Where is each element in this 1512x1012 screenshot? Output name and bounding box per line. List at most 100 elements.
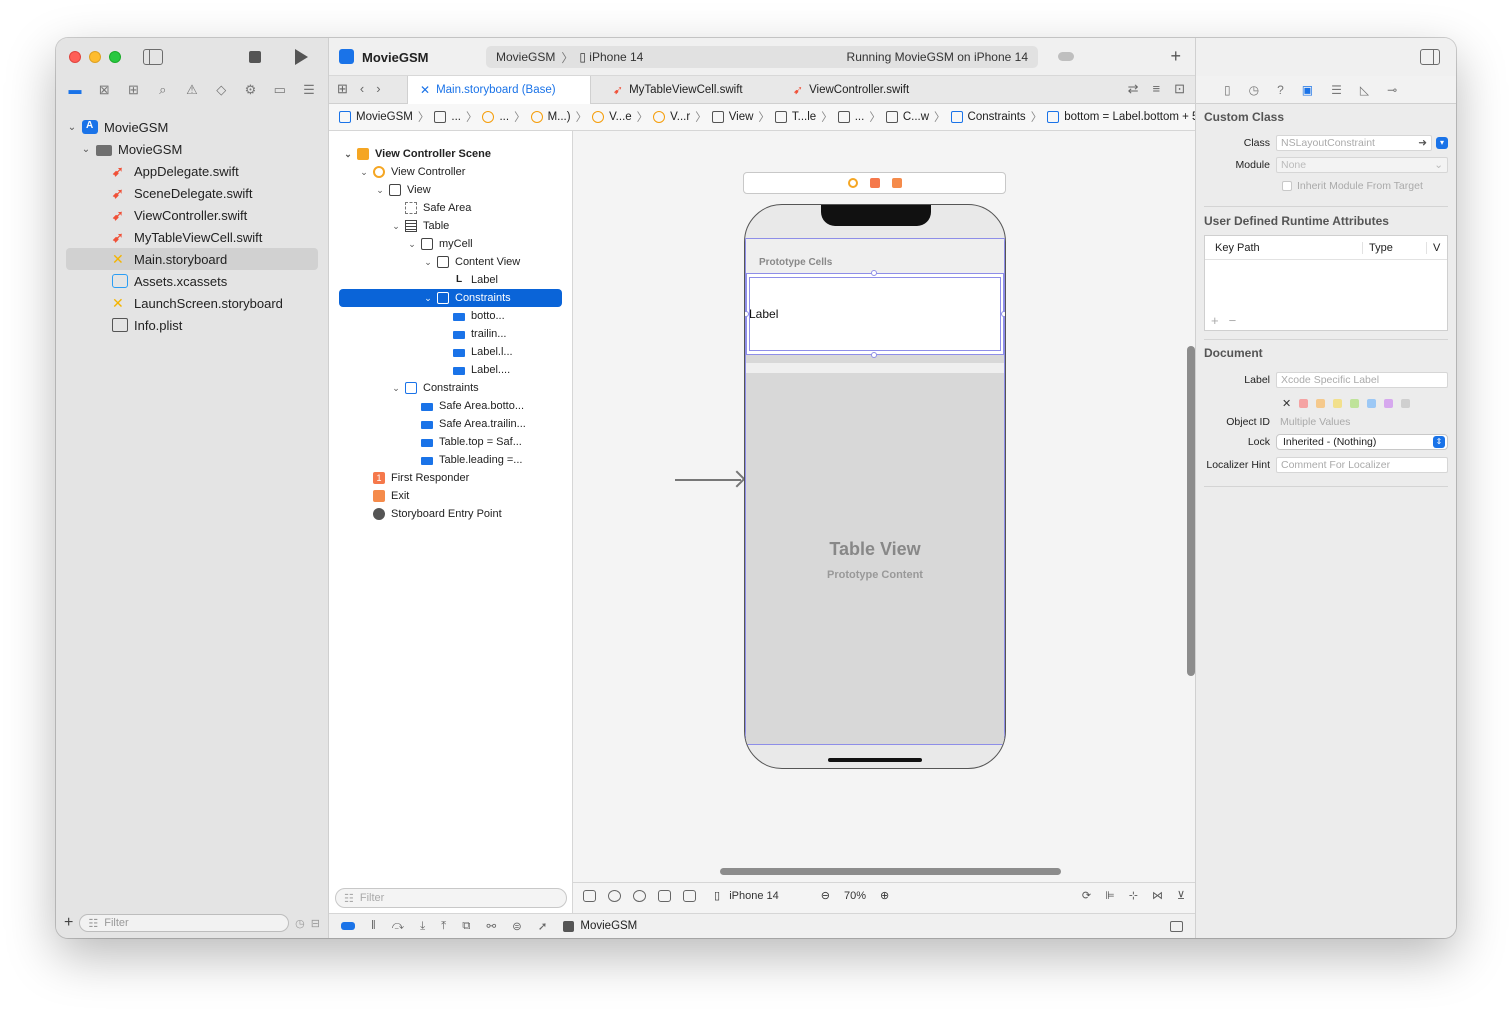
- outline-filter-input[interactable]: ☷ Filter: [335, 888, 567, 908]
- outline-item[interactable]: Table.top = Saf...: [407, 433, 522, 451]
- outline-item[interactable]: Safe Area.botto...: [407, 397, 524, 415]
- label-color-swatch[interactable]: [1350, 399, 1360, 408]
- file-tree-item[interactable]: ➹ ViewController.swift: [66, 204, 318, 226]
- outline-item[interactable]: trailin...: [439, 325, 506, 343]
- jump-bar-crumb[interactable]: V...e 〉: [592, 109, 653, 125]
- class-dropdown-icon[interactable]: ▾: [1436, 137, 1448, 149]
- add-constraints-icon[interactable]: ⊹: [1129, 889, 1138, 902]
- horizontal-scrollbar[interactable]: [720, 868, 1061, 875]
- module-select[interactable]: None ⌄: [1276, 157, 1448, 173]
- prototype-cell[interactable]: Label: [745, 270, 1005, 358]
- inherit-module-checkbox[interactable]: [1282, 181, 1292, 191]
- iphone-frame[interactable]: Prototype Cells Label Table View Prototy…: [744, 204, 1006, 769]
- outline-item[interactable]: ⌄ myCell: [407, 235, 473, 253]
- jump-bar-crumb[interactable]: ... 〉: [482, 109, 530, 125]
- outline-item[interactable]: Storyboard Entry Point: [359, 505, 502, 523]
- issue-navigator-tab-icon[interactable]: ⚠: [181, 82, 203, 100]
- clear-color-icon[interactable]: ✕: [1282, 397, 1291, 410]
- tab-mytableviewcell[interactable]: ➹ MyTableViewCell.swift: [601, 76, 771, 104]
- related-items-icon[interactable]: ⊞: [337, 81, 348, 97]
- add-file-icon[interactable]: +: [64, 914, 73, 932]
- stop-button[interactable]: [249, 51, 261, 63]
- localizer-input[interactable]: Comment For Localizer: [1276, 457, 1448, 473]
- run-button[interactable]: [295, 49, 308, 65]
- back-icon[interactable]: ‹: [360, 81, 364, 97]
- doc-label-input[interactable]: Xcode Specific Label: [1276, 372, 1448, 388]
- align-icon[interactable]: ⊫: [1105, 889, 1115, 902]
- resolve-issues-icon[interactable]: ⋈: [1152, 889, 1163, 902]
- breakpoint-navigator-tab-icon[interactable]: ▭: [269, 82, 291, 100]
- zoom-out-icon[interactable]: ⊖: [821, 889, 830, 902]
- vertical-scrollbar[interactable]: [1187, 346, 1195, 676]
- outline-item[interactable]: botto...: [439, 307, 505, 325]
- outline-item[interactable]: Table.leading =...: [407, 451, 522, 469]
- simulate-location-icon[interactable]: ➚: [538, 919, 548, 933]
- cell-label[interactable]: Label: [749, 307, 778, 321]
- file-tree-item[interactable]: ➹ MyTableViewCell.swift: [66, 226, 318, 248]
- forward-icon[interactable]: ›: [376, 81, 380, 97]
- outline-item[interactable]: Exit: [359, 487, 409, 505]
- jump-bar-crumb[interactable]: ... 〉: [837, 109, 886, 125]
- jump-bar-crumb[interactable]: M...) 〉: [530, 109, 593, 125]
- outline-item[interactable]: Safe Area.trailin...: [407, 415, 526, 433]
- tab-viewcontroller[interactable]: ➹ ViewController.swift: [781, 76, 951, 104]
- size-inspector-icon[interactable]: ◺: [1360, 83, 1369, 97]
- outline-item[interactable]: ⌄ View: [375, 181, 431, 199]
- history-inspector-icon[interactable]: ◷: [1249, 83, 1259, 97]
- quick-help-icon[interactable]: ?: [1277, 83, 1284, 97]
- outline-item[interactable]: L Label: [439, 271, 498, 289]
- chevron-down-icon[interactable]: ⌄: [80, 144, 92, 155]
- zoom-in-icon[interactable]: ⊕: [880, 889, 889, 902]
- file-tree-item[interactable]: ⌄ MovieGSM: [66, 116, 318, 138]
- file-tree-item[interactable]: Assets.xcassets: [66, 270, 318, 292]
- minimize-window-button[interactable]: [89, 51, 101, 63]
- outline-item[interactable]: Safe Area: [391, 199, 471, 217]
- inspector-toggle-icon[interactable]: [1420, 49, 1440, 65]
- col-value[interactable]: V: [1427, 242, 1440, 254]
- accessibility-icon[interactable]: [608, 889, 621, 902]
- sidebar-toggle-icon[interactable]: [143, 49, 163, 65]
- step-out-icon[interactable]: ⤒: [441, 920, 446, 933]
- jump-bar-crumb[interactable]: T...le 〉: [774, 109, 838, 125]
- chevron-down-icon[interactable]: ⌄: [391, 383, 401, 394]
- activity-view[interactable]: MovieGSM 〉 ▯ iPhone 14 Running MovieGSM …: [486, 46, 1038, 68]
- view-controller-dock-icon[interactable]: [847, 178, 858, 188]
- label-color-swatch[interactable]: [1333, 399, 1343, 408]
- navigator-filter-input[interactable]: ☷ Filter: [79, 914, 290, 932]
- identity-inspector-icon[interactable]: ▣: [1302, 83, 1313, 97]
- outline-item[interactable]: ⌄ View Controller Scene: [343, 145, 491, 163]
- file-tree-item[interactable]: Info.plist: [66, 314, 318, 336]
- report-navigator-tab-icon[interactable]: ☰: [298, 82, 320, 100]
- label-color-swatch[interactable]: [1299, 399, 1309, 408]
- source-control-tab-icon[interactable]: ⊠: [93, 82, 115, 100]
- outline-item[interactable]: ⌄ Table: [391, 217, 449, 235]
- step-over-icon[interactable]: ⤼: [392, 920, 404, 933]
- jump-bar-crumb[interactable]: ... 〉: [434, 109, 482, 125]
- chevron-down-icon[interactable]: ⌄: [343, 149, 353, 160]
- device-selector[interactable]: iPhone 14: [589, 50, 643, 64]
- step-into-icon[interactable]: ⤓: [420, 920, 425, 933]
- resize-handle[interactable]: [871, 352, 877, 358]
- file-tree-item[interactable]: ➹ SceneDelegate.swift: [66, 182, 318, 204]
- zoom-level[interactable]: 70%: [844, 890, 866, 902]
- label-color-swatch[interactable]: [1384, 399, 1394, 408]
- orientation-icon[interactable]: [658, 889, 671, 902]
- console-toggle-icon[interactable]: [1170, 920, 1183, 932]
- jump-bar-crumb[interactable]: bottom = Label.bottom + 5: [1047, 111, 1198, 123]
- cell-content-view[interactable]: [749, 277, 1001, 351]
- memory-graph-icon[interactable]: ⚯: [486, 919, 496, 933]
- outline-item[interactable]: ⌄ Constraints: [391, 379, 479, 397]
- outline-toggle-icon[interactable]: [583, 889, 596, 902]
- file-tree-item[interactable]: ✕ Main.storyboard: [66, 248, 318, 270]
- close-window-button[interactable]: [69, 51, 81, 63]
- outline-item[interactable]: 1 First Responder: [359, 469, 469, 487]
- chevron-down-icon[interactable]: ⌄: [359, 167, 369, 178]
- resize-handle[interactable]: [1001, 311, 1005, 317]
- zoom-window-button[interactable]: [109, 51, 121, 63]
- debug-target[interactable]: MovieGSM: [563, 920, 637, 932]
- scene-dock[interactable]: [743, 172, 1006, 194]
- add-attribute-icon[interactable]: +: [1211, 313, 1219, 328]
- chevron-down-icon[interactable]: ⌄: [391, 221, 401, 232]
- outline-item[interactable]: Label....: [439, 361, 510, 379]
- resize-handle[interactable]: [871, 270, 877, 276]
